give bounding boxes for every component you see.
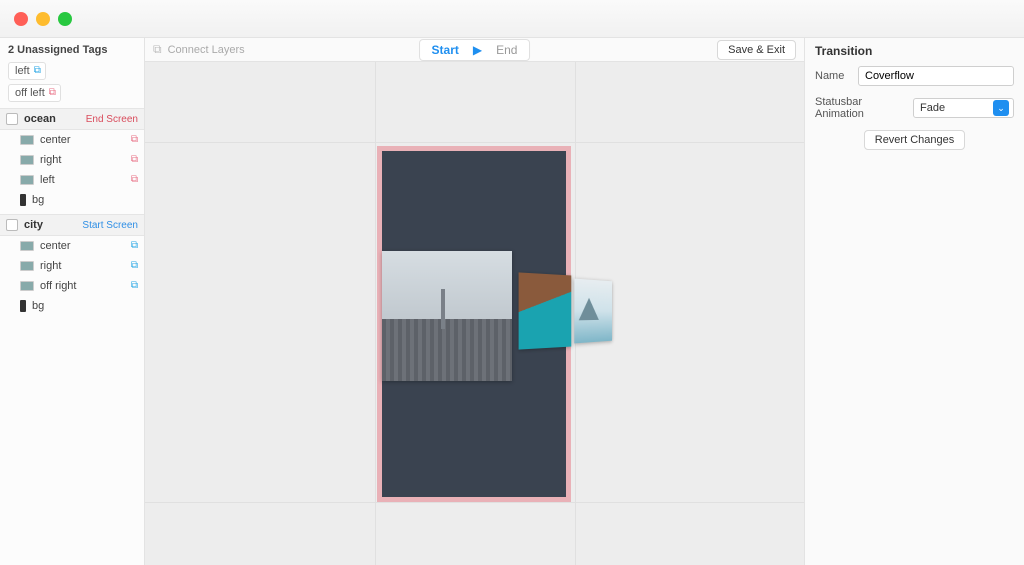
tag-label: off left <box>15 87 45 99</box>
device-frame[interactable]: ✊ <box>377 146 571 502</box>
link-icon: ⧉ <box>131 175 138 185</box>
layer-name: off right <box>40 280 125 292</box>
layer-name: left <box>40 174 125 186</box>
screen-name: city <box>24 219 82 231</box>
guide-line <box>375 62 376 565</box>
screen-icon <box>6 113 18 125</box>
layer-thumb-icon <box>20 135 34 145</box>
layer-row[interactable]: bg <box>0 296 144 316</box>
save-exit-button[interactable]: Save & Exit <box>717 40 796 60</box>
layer-thumb-icon <box>20 175 34 185</box>
layer-name: right <box>40 154 125 166</box>
layer-name: center <box>40 240 125 252</box>
window-zoom-button[interactable] <box>58 12 72 26</box>
revert-changes-button[interactable]: Revert Changes <box>864 130 966 150</box>
canvas-layer-off-right[interactable] <box>574 279 612 344</box>
screen-icon <box>6 219 18 231</box>
chevron-updown-icon: ⌄ <box>993 100 1009 116</box>
unassigned-tag[interactable]: left ⧉ <box>8 62 46 80</box>
unassigned-tags-header: 2 Unassigned Tags <box>0 42 144 60</box>
window-minimize-button[interactable] <box>36 12 50 26</box>
link-icon: ⧉ <box>49 88 56 98</box>
window-titlebar <box>0 0 1024 38</box>
screen-role-label: Start Screen <box>82 220 138 231</box>
link-icon: ⧉ <box>131 241 138 251</box>
link-icon: ⧉ <box>131 281 138 291</box>
layer-row[interactable]: right ⧉ <box>0 150 144 170</box>
inspector-title: Transition <box>815 42 1014 66</box>
canvas-layer-right[interactable] <box>519 272 572 349</box>
layer-name: bg <box>32 194 138 206</box>
layer-row[interactable]: bg <box>0 190 144 210</box>
screen-role-label: End Screen <box>86 114 138 125</box>
layer-row[interactable]: left ⧉ <box>0 170 144 190</box>
inspector-panel: Transition Name Statusbar Animation Fade… <box>804 38 1024 565</box>
tag-label: left <box>15 65 30 77</box>
link-icon: ⧉ <box>131 261 138 271</box>
canvas-layer-center[interactable]: ✊ <box>382 251 512 381</box>
layer-name: center <box>40 134 125 146</box>
layer-thumb-icon <box>20 241 34 251</box>
playback-controls: Start ▶ End <box>419 39 531 61</box>
layer-thumb-icon <box>20 194 26 206</box>
main-area: ⧉ Connect Layers Start ▶ End Save & Exit <box>145 38 804 565</box>
layer-name: right <box>40 260 125 272</box>
connect-layers-icon: ⧉ <box>153 42 162 57</box>
unassigned-tag[interactable]: off left ⧉ <box>8 84 61 102</box>
screen-name: ocean <box>24 113 86 125</box>
screen-header-city[interactable]: city Start Screen <box>0 214 144 236</box>
layer-thumb-icon <box>20 281 34 291</box>
layer-thumb-icon <box>20 155 34 165</box>
start-button[interactable]: Start <box>432 43 459 57</box>
end-button[interactable]: End <box>496 43 517 57</box>
screen-header-ocean[interactable]: ocean End Screen <box>0 108 144 130</box>
layer-thumb-icon <box>20 261 34 271</box>
device-screen: ✊ <box>382 151 566 497</box>
name-label: Name <box>815 70 850 82</box>
statusbar-animation-select[interactable]: Fade ⌄ <box>913 98 1014 118</box>
layer-row[interactable]: right ⧉ <box>0 256 144 276</box>
play-icon[interactable]: ▶ <box>473 43 482 57</box>
layers-sidebar: 2 Unassigned Tags left ⧉ off left ⧉ ocea… <box>0 38 145 565</box>
guide-line <box>145 142 804 143</box>
canvas-viewport[interactable]: ✊ <box>145 62 804 565</box>
window-close-button[interactable] <box>14 12 28 26</box>
main-toolbar: ⧉ Connect Layers Start ▶ End Save & Exit <box>145 38 804 62</box>
link-icon: ⧉ <box>131 155 138 165</box>
link-icon: ⧉ <box>131 135 138 145</box>
select-value: Fade <box>920 102 945 114</box>
layer-row[interactable]: off right ⧉ <box>0 276 144 296</box>
transition-name-input[interactable] <box>858 66 1014 86</box>
layer-row[interactable]: center ⧉ <box>0 236 144 256</box>
layer-thumb-icon <box>20 300 26 312</box>
layer-row[interactable]: center ⧉ <box>0 130 144 150</box>
link-icon: ⧉ <box>34 66 41 76</box>
guide-line <box>145 502 804 503</box>
layer-name: bg <box>32 300 138 312</box>
statusbar-animation-label: Statusbar Animation <box>815 96 905 120</box>
connect-layers-button[interactable]: Connect Layers <box>168 44 245 56</box>
